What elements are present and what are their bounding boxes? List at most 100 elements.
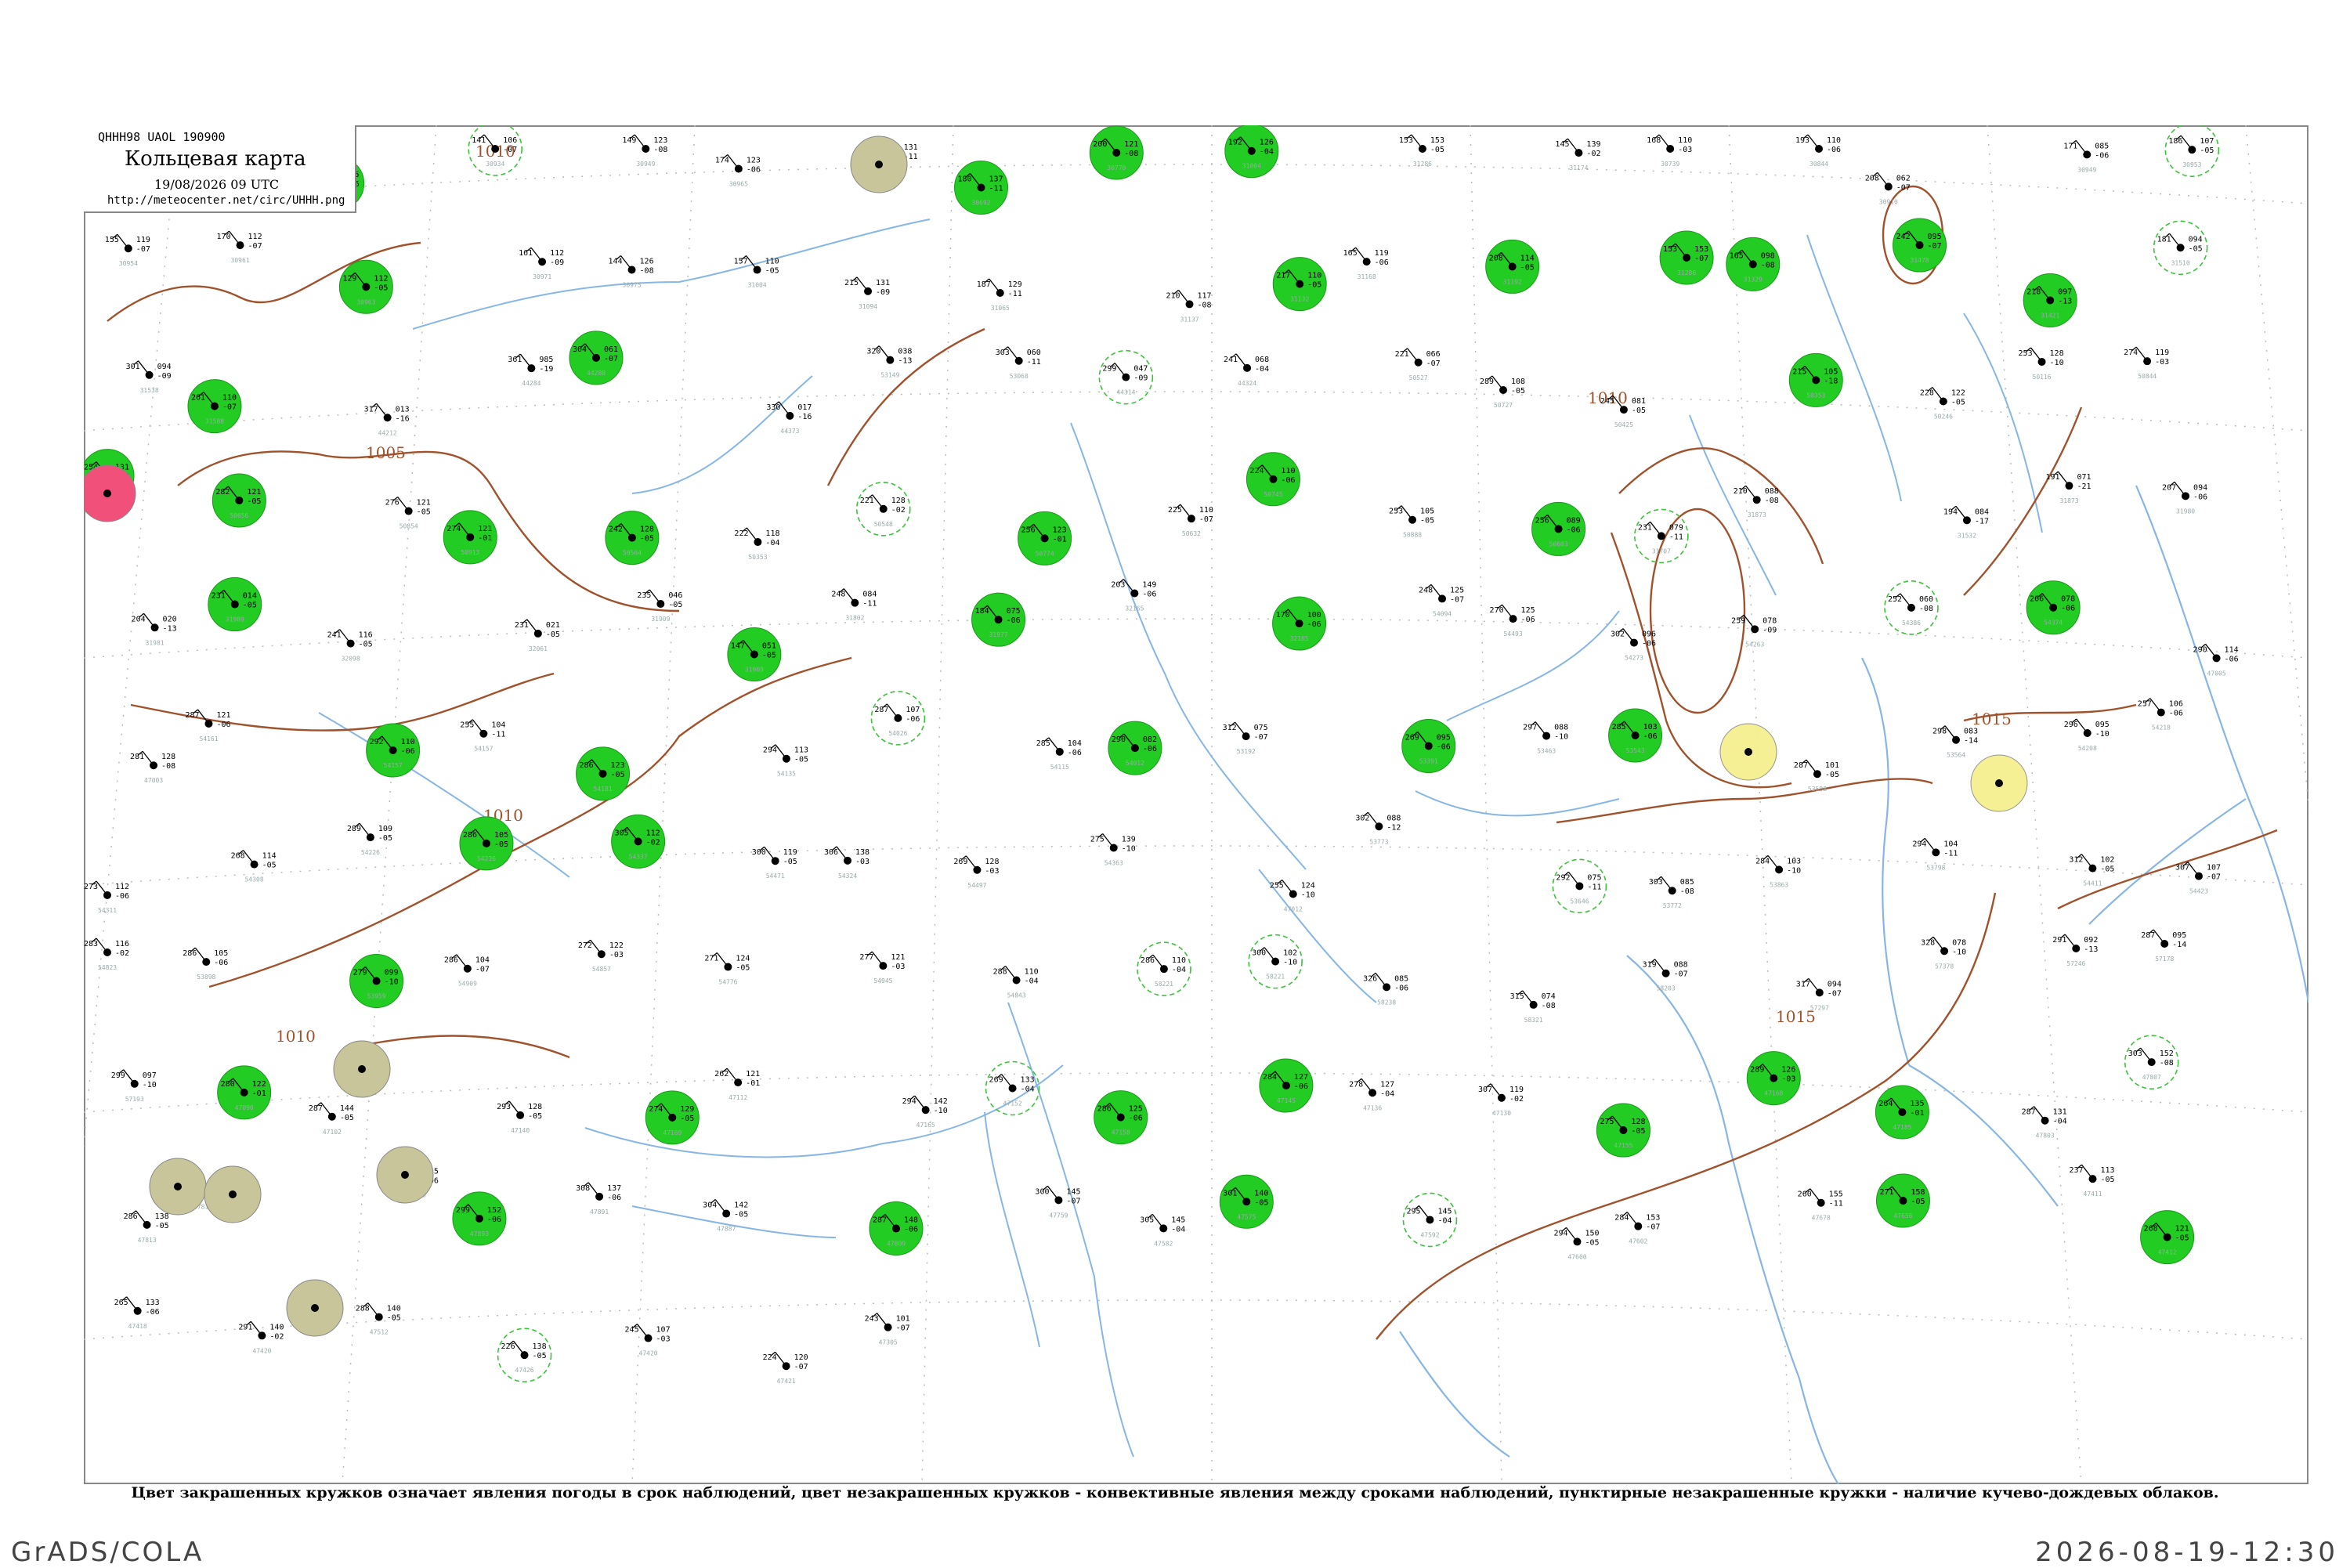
station-temperature: 260 — [1798, 1190, 1812, 1199]
station-pressure: 122 — [252, 1080, 266, 1089]
station-pressure: 104 — [1068, 739, 1082, 748]
station-index: 47421 — [777, 1378, 796, 1385]
wind-barb — [1047, 1185, 1059, 1201]
station-model: 287 131-04 47803 — [2022, 1106, 2067, 1140]
station-pressure: 126 — [1260, 139, 1274, 147]
wind-barb — [590, 939, 602, 955]
station-temperature: 296 — [2064, 721, 2078, 729]
station-pressure: 116 — [359, 631, 373, 640]
station-pressure-tendency: -05 — [1631, 1127, 1645, 1136]
station-pressure: 125 — [1521, 606, 1535, 615]
station-model: 289 126-03 47168 — [1746, 1051, 1801, 1106]
station-index: 54945 — [873, 977, 892, 985]
station-pressure-tendency: -05 — [765, 267, 779, 276]
station-model: 261 110-07 31588 — [187, 379, 242, 434]
station-model: 361 985-19 44284 — [508, 353, 553, 387]
station-pressure-tendency: -07 — [1066, 1197, 1080, 1205]
station-index: 47005 — [2207, 670, 2226, 677]
station-pressure-tendency: -06 — [487, 1216, 501, 1224]
station-index: 54497 — [967, 882, 986, 889]
station-pressure-tendency: -05 — [736, 964, 750, 973]
wind-barb — [2187, 862, 2200, 877]
station-pressure-tendency: -04 — [1025, 977, 1039, 985]
station-temperature: 361 — [508, 356, 522, 364]
station-pressure-tendency: -02 — [1509, 1095, 1524, 1104]
station-index: 47155 — [1614, 1142, 1632, 1149]
station-pressure: 129 — [680, 1105, 694, 1114]
station-pressure-tendency: -13 — [2084, 945, 2098, 954]
station-pressure: 113 — [2100, 1166, 2114, 1175]
river-line — [412, 219, 931, 330]
station-pressure-tendency: -10 — [1554, 733, 1568, 742]
station-index: 47152 — [1003, 1100, 1022, 1107]
map-legend: QHHH98 UAOL 190900 Кольцевая карта 19/08… — [84, 125, 356, 213]
wind-barb — [229, 230, 241, 246]
station-temperature: 149 — [622, 136, 636, 145]
station-pressure-tendency: -06 — [1567, 526, 1581, 534]
weather-highlight — [1719, 723, 1777, 781]
wind-barb — [136, 1210, 148, 1226]
station-pressure: 088 — [1674, 961, 1688, 970]
station-temperature: 255 — [460, 721, 474, 730]
station-pressure-tendency: -02 — [646, 838, 660, 847]
wind-barb — [764, 846, 776, 862]
station-pressure: 104 — [1943, 840, 1958, 848]
station-model: 168 110-03 30739 — [1647, 134, 1692, 168]
station-model: 289 109-05 54226 — [347, 822, 392, 856]
station-model: 194 084-17 31532 — [1943, 505, 1989, 539]
station-pressure-tendency: -16 — [396, 414, 410, 423]
station-pressure-tendency: -07 — [222, 403, 237, 412]
station-index: 32061 — [529, 645, 548, 652]
station-pressure-tendency: -08 — [1198, 301, 1212, 309]
station-temperature: 191 — [2045, 473, 2059, 482]
station-pressure: 126 — [640, 257, 654, 266]
station-index: 54263 — [1745, 641, 1764, 648]
station-temperature: 129 — [342, 274, 356, 283]
weather-highlight — [850, 135, 908, 193]
station-pressure: 085 — [1680, 878, 1694, 887]
station-model: 294 113-05 54135 — [763, 744, 808, 778]
station-model: 287 095-14 57178 — [2141, 929, 2186, 963]
station-index: 31532 — [1958, 532, 1976, 539]
station-pressure-tendency: -08 — [1765, 497, 1779, 505]
station-pressure: 066 — [1426, 350, 1441, 359]
station-pressure-tendency: -09 — [1133, 374, 1148, 383]
station-temperature: 286 — [444, 956, 458, 965]
isobar-label: 1010 — [276, 1027, 316, 1046]
station-index: 30910 — [1879, 198, 1898, 205]
station-model: 281 128-08 47003 — [130, 750, 175, 784]
station-pressure-tendency: -10 — [2050, 359, 2064, 367]
coastline — [1861, 657, 1911, 1066]
station-pressure-tendency: -05 — [1520, 263, 1535, 272]
station-pressure: 105 — [1420, 508, 1434, 516]
station-model: 289 108-05 50727 — [1480, 375, 1525, 409]
wind-barb — [1806, 759, 1818, 775]
station-temperature: 286 — [1097, 1105, 1112, 1114]
station-pressure: 129 — [1008, 280, 1022, 289]
station-pressure: 094 — [2193, 483, 2207, 492]
station-index: 53898 — [197, 974, 215, 981]
station-pressure-tendency: -05 — [1632, 406, 1646, 415]
station-index: 54324 — [838, 873, 857, 880]
station-pressure-tendency: -21 — [2077, 482, 2091, 491]
wind-barb — [2081, 1164, 2094, 1180]
station-index: 30949 — [2077, 166, 2096, 173]
station-model: 300 102-10 58221 — [1248, 934, 1303, 989]
station-pressure: 126 — [1781, 1066, 1795, 1075]
station-pressure-tendency: -05 — [2200, 146, 2214, 155]
wind-barb — [1567, 871, 1580, 887]
station-index: 58203 — [1657, 985, 1676, 992]
source-url[interactable]: http://meteocenter.net/circ/UHHH.png — [107, 194, 345, 207]
wind-barb — [1282, 880, 1294, 894]
station-temperature: 297 — [1523, 724, 1537, 732]
station-index: 47891 — [590, 1209, 609, 1216]
station-model: 269 095-06 53391 — [1401, 718, 1456, 773]
station-index: 54157 — [474, 746, 493, 753]
station-index: 47600 — [1567, 1253, 1586, 1260]
cloud-cover-symbol — [229, 1190, 237, 1198]
rivers-layer — [318, 219, 2043, 1458]
station-pressure-tendency: -18 — [1824, 377, 1838, 385]
station-pressure: 110 — [1172, 956, 1186, 965]
station-pressure: 097 — [143, 1071, 157, 1080]
station-temperature: 221 — [1395, 350, 1409, 359]
